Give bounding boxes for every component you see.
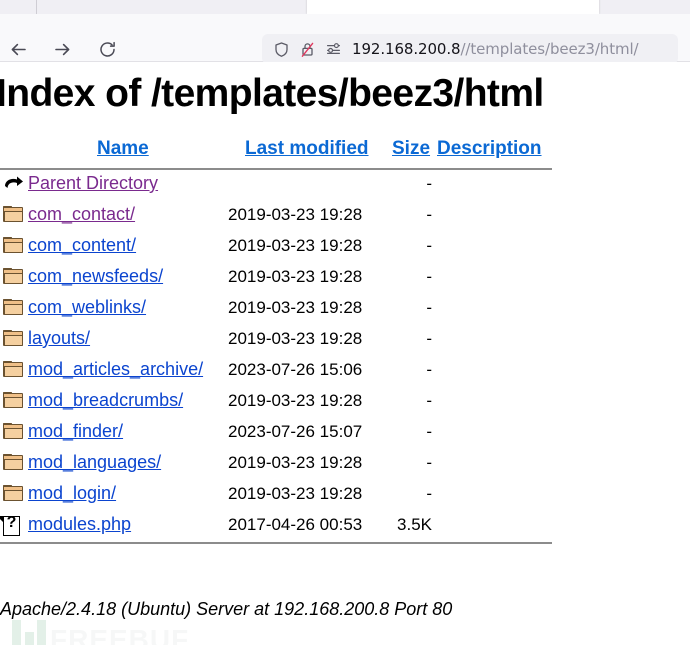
table-row: ?modules.php 2017-04-26 00:53 3.5K <box>0 511 690 542</box>
watermark-logo-icon <box>12 620 46 645</box>
file-link[interactable]: com_newsfeeds/ <box>28 266 163 287</box>
cell-size: - <box>396 360 432 380</box>
cell-last-modified: 2019-03-23 19:28 <box>228 329 362 349</box>
back-arrow-icon <box>3 175 24 196</box>
cell-size: - <box>396 236 432 256</box>
cell-last-modified: 2017-04-26 00:53 <box>228 515 362 535</box>
arrow-right-icon <box>53 40 72 59</box>
table-row: com_contact/2019-03-23 19:28 - <box>0 201 690 232</box>
cell-size: - <box>396 174 432 194</box>
cell-size: - <box>396 329 432 349</box>
folder-icon <box>3 206 24 227</box>
file-link[interactable]: mod_breadcrumbs/ <box>28 390 183 411</box>
folder-icon <box>3 268 24 289</box>
cell-last-modified: 2019-03-23 19:28 <box>228 205 362 225</box>
file-link[interactable]: com_content/ <box>28 235 136 256</box>
shield-icon[interactable] <box>268 41 294 58</box>
column-header-description[interactable]: Description <box>437 138 542 160</box>
file-link[interactable]: modules.php <box>28 514 131 535</box>
cell-last-modified: 2019-03-23 19:28 <box>228 267 362 287</box>
table-row: mod_articles_archive/2023-07-26 15:06 - <box>0 356 690 387</box>
cell-size: - <box>396 298 432 318</box>
address-bar[interactable]: 192.168.200.8//templates/beez3/html/ <box>262 34 678 64</box>
forward-button[interactable] <box>47 34 77 64</box>
file-link[interactable]: mod_articles_archive/ <box>28 359 203 380</box>
cell-size: - <box>396 391 432 411</box>
table-row: layouts/2019-03-23 19:28 - <box>0 325 690 356</box>
table-row: Parent Directory - <box>0 170 690 201</box>
folder-icon <box>3 330 24 351</box>
watermark-text: FREEBUF <box>50 624 189 645</box>
back-button[interactable] <box>3 34 33 64</box>
cell-size: - <box>396 422 432 442</box>
table-row: com_newsfeeds/2019-03-23 19:28 - <box>0 263 690 294</box>
cell-last-modified: 2019-03-23 19:28 <box>228 236 362 256</box>
table-row: mod_breadcrumbs/2019-03-23 19:28 - <box>0 387 690 418</box>
table-body: Parent Directory-com_contact/2019-03-23 … <box>0 170 690 542</box>
page-settings-icon[interactable] <box>320 41 346 58</box>
tab-separator <box>36 0 37 14</box>
tab-strip <box>0 0 690 14</box>
url-host: 192.168.200.8 <box>352 40 460 58</box>
navigation-toolbar: 192.168.200.8//templates/beez3/html/ <box>0 14 690 62</box>
unknown-file-icon: ? <box>3 516 24 537</box>
file-link[interactable]: mod_login/ <box>28 483 116 504</box>
file-link[interactable]: mod_finder/ <box>28 421 123 442</box>
cell-size: - <box>396 267 432 287</box>
folder-icon <box>3 237 24 258</box>
table-header-row: Name Last modified Size Description <box>0 138 690 168</box>
reload-icon <box>98 40 117 59</box>
lock-crossed-out-icon[interactable] <box>294 41 320 58</box>
cell-last-modified: 2023-07-26 15:06 <box>228 360 362 380</box>
folder-icon <box>3 485 24 506</box>
cell-size: - <box>396 205 432 225</box>
folder-icon <box>3 361 24 382</box>
file-link[interactable]: com_contact/ <box>28 204 135 225</box>
arrow-left-icon <box>9 40 28 59</box>
cell-last-modified: 2019-03-23 19:28 <box>228 484 362 504</box>
table-row: mod_finder/2023-07-26 15:07 - <box>0 418 690 449</box>
address-bar-text[interactable]: 192.168.200.8//templates/beez3/html/ <box>352 40 639 58</box>
folder-icon <box>3 423 24 444</box>
cell-size: - <box>396 453 432 473</box>
server-signature: Apache/2.4.18 (Ubuntu) Server at 192.168… <box>0 599 452 620</box>
directory-index-table: Name Last modified Size Description Pare… <box>0 138 690 544</box>
page-title: Index of /templates/beez3/html <box>0 72 544 116</box>
file-link[interactable]: Parent Directory <box>28 173 158 194</box>
reload-button[interactable] <box>92 34 122 64</box>
footer-divider <box>0 542 552 544</box>
cell-last-modified: 2019-03-23 19:28 <box>228 391 362 411</box>
table-row: com_weblinks/2019-03-23 19:28 - <box>0 294 690 325</box>
folder-icon <box>3 299 24 320</box>
file-link[interactable]: layouts/ <box>28 328 90 349</box>
url-path: //templates/beez3/html/ <box>460 40 638 58</box>
cell-last-modified: 2019-03-23 19:28 <box>228 298 362 318</box>
cell-size: 3.5K <box>396 515 432 535</box>
cell-last-modified: 2023-07-26 15:07 <box>228 422 362 442</box>
cell-size: - <box>396 484 432 504</box>
table-row: mod_languages/2019-03-23 19:28 - <box>0 449 690 480</box>
file-link[interactable]: com_weblinks/ <box>28 297 146 318</box>
file-link[interactable]: mod_languages/ <box>28 452 161 473</box>
folder-icon <box>3 392 24 413</box>
table-row: mod_login/2019-03-23 19:28 - <box>0 480 690 511</box>
cell-last-modified: 2019-03-23 19:28 <box>228 453 362 473</box>
column-header-name[interactable]: Name <box>97 138 149 160</box>
column-header-last-modified[interactable]: Last modified <box>245 138 369 160</box>
directory-listing-page: Index of /templates/beez3/html Name Last… <box>0 62 690 645</box>
column-header-size[interactable]: Size <box>392 138 430 160</box>
watermark: FREEBUF <box>12 618 222 645</box>
table-row: com_content/2019-03-23 19:28 - <box>0 232 690 263</box>
browser-tab-active[interactable] <box>307 0 599 14</box>
folder-icon <box>3 454 24 475</box>
